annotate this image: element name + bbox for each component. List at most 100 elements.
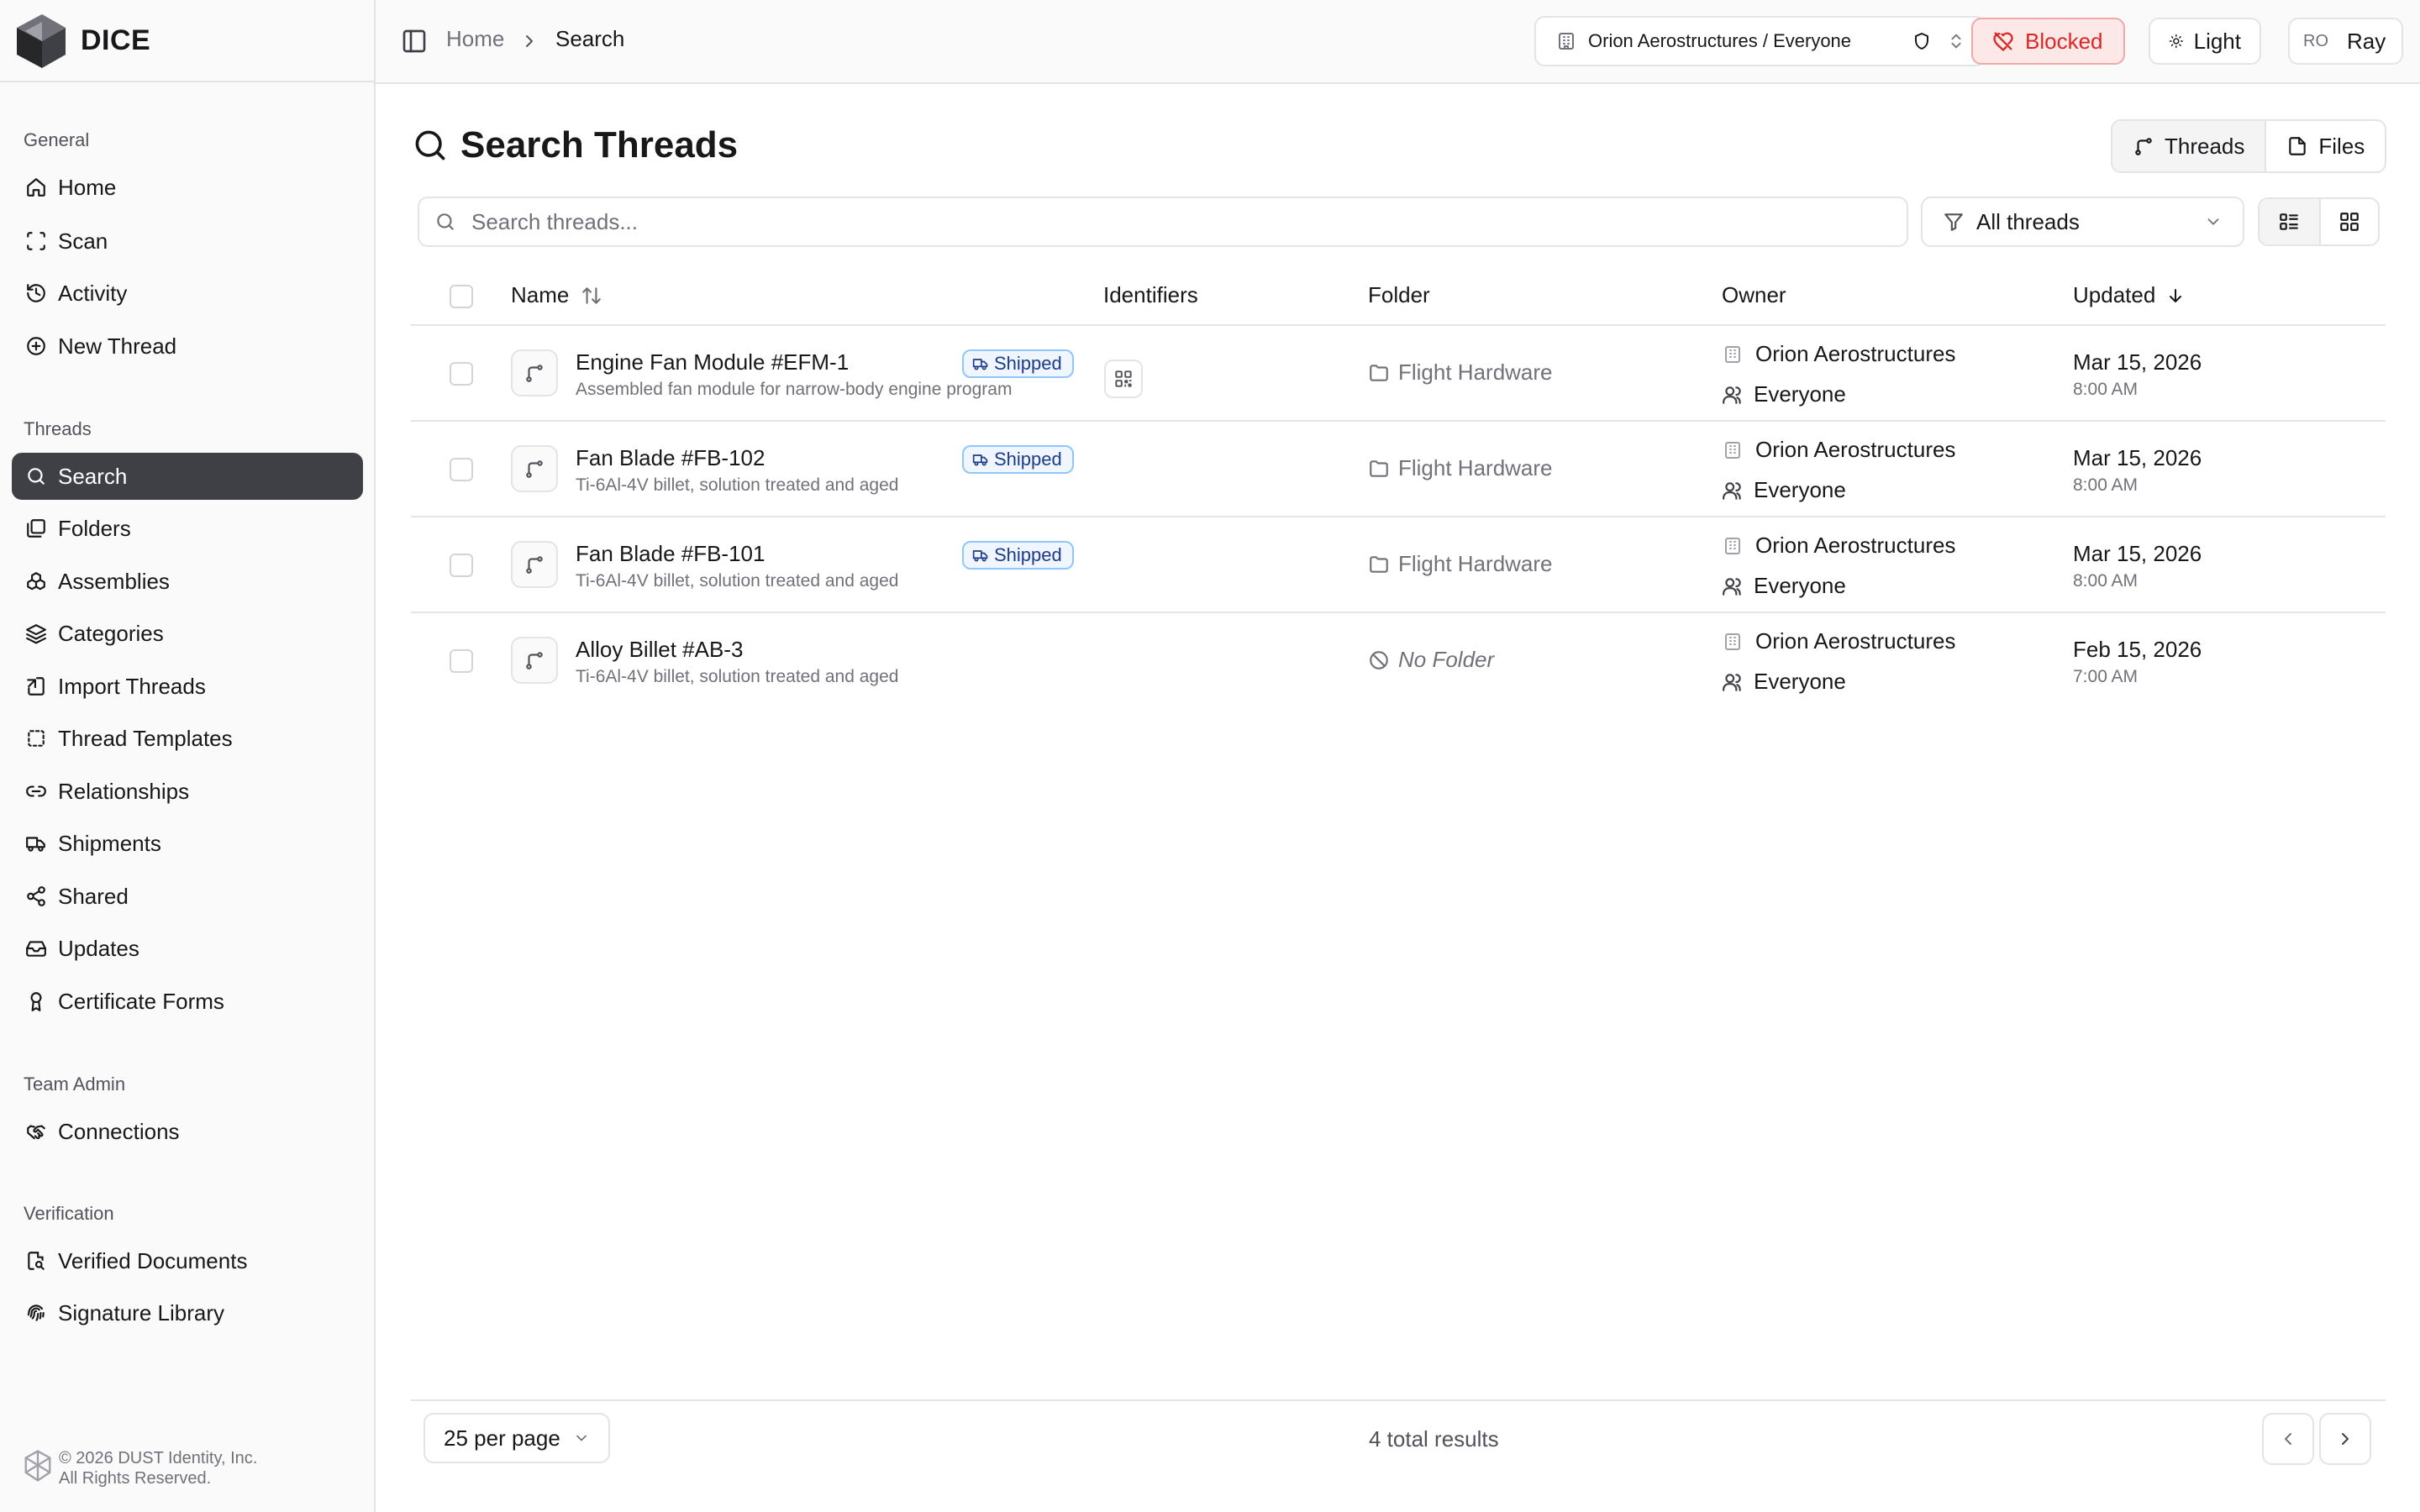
sidebar-item-verified-documents[interactable]: Verified Documents bbox=[12, 1237, 363, 1284]
folder-icon bbox=[1370, 364, 1388, 381]
search-input[interactable] bbox=[471, 208, 1816, 235]
building-icon bbox=[1725, 345, 1740, 363]
nav-group-team-admin: Team Admin bbox=[24, 1074, 126, 1095]
ban-icon bbox=[1370, 650, 1388, 669]
sidebar-item-signature-library[interactable]: Signature Library bbox=[12, 1289, 363, 1336]
table-row[interactable]: Alloy Billet #AB-3 Ti-6Al-4V billet, sol… bbox=[411, 613, 2386, 709]
users-icon bbox=[1723, 481, 1741, 500]
sidebar-item-activity[interactable]: Activity bbox=[12, 270, 363, 317]
row-checkbox[interactable] bbox=[450, 554, 473, 577]
sidebar-item-categories[interactable]: Categories bbox=[12, 610, 363, 657]
row-checkbox[interactable] bbox=[450, 362, 473, 386]
chevron-down-icon bbox=[576, 1435, 587, 1441]
org-team-select[interactable]: Orion Aerostructures / Everyone bbox=[1534, 16, 1986, 66]
row-checkbox[interactable] bbox=[450, 649, 473, 673]
thread-name[interactable]: Engine Fan Module #EFM-1 bbox=[576, 349, 849, 375]
breadcrumb-home[interactable]: Home bbox=[446, 26, 504, 52]
updated-time: 8:00 AM bbox=[2073, 475, 2139, 495]
sidebar-item-assemblies[interactable]: Assemblies bbox=[12, 558, 363, 605]
column-name[interactable]: Name bbox=[511, 282, 602, 308]
thread-search-box bbox=[418, 197, 1908, 247]
sidebar-item-new-thread[interactable]: New Thread bbox=[12, 323, 363, 370]
folder-cell[interactable]: Flight Hardware bbox=[1368, 551, 1553, 577]
user-menu-button[interactable]: RO Ray bbox=[2288, 18, 2403, 65]
boxes-icon bbox=[24, 569, 49, 594]
list-icon bbox=[2280, 213, 2299, 230]
search-icon bbox=[437, 213, 454, 230]
updated-date: Mar 15, 2026 bbox=[2073, 445, 2202, 470]
table-footer-divider bbox=[411, 1399, 2386, 1401]
owner-org: Orion Aerostructures bbox=[1722, 437, 1955, 463]
per-page-select[interactable]: 25 per page bbox=[424, 1413, 610, 1463]
nav-group-general: General bbox=[24, 129, 90, 150]
page-title: Search Threads bbox=[460, 124, 739, 165]
qr-identifier-button[interactable] bbox=[1104, 360, 1143, 398]
sidebar-item-folders[interactable]: Folders bbox=[12, 505, 363, 552]
brand[interactable]: DICE bbox=[0, 0, 374, 82]
thread-icon bbox=[511, 349, 558, 396]
owner-team: Everyone bbox=[1722, 573, 1846, 599]
status-badge: Shipped bbox=[962, 445, 1074, 474]
sidebar-item-search[interactable]: Search bbox=[12, 453, 363, 500]
truck-icon bbox=[972, 359, 988, 370]
thread-description: Ti-6Al-4V billet, solution treated and a… bbox=[576, 571, 899, 591]
status-badge: Shipped bbox=[962, 349, 1074, 378]
sidebar-item-home[interactable]: Home bbox=[12, 164, 363, 211]
table-row[interactable]: Fan Blade #FB-101 Ti-6Al-4V billet, solu… bbox=[411, 517, 2386, 613]
folder-cell[interactable]: No Folder bbox=[1368, 647, 1494, 673]
sidebar-toggle-button[interactable] bbox=[401, 28, 428, 55]
thread-name[interactable]: Fan Blade #FB-102 bbox=[576, 445, 765, 471]
sidebar-item-updates[interactable]: Updates bbox=[12, 925, 363, 972]
sidebar-item-shipments[interactable]: Shipments bbox=[12, 820, 363, 867]
next-page-button[interactable] bbox=[2319, 1413, 2371, 1465]
nav-group-verification: Verification bbox=[24, 1203, 114, 1224]
prev-page-button[interactable] bbox=[2262, 1413, 2314, 1465]
shield-icon bbox=[1915, 33, 1928, 50]
thread-icon bbox=[511, 541, 558, 588]
home-icon bbox=[24, 175, 49, 200]
updated-date: Mar 15, 2026 bbox=[2073, 541, 2202, 566]
thread-filter-select[interactable]: All threads bbox=[1921, 197, 2244, 247]
template-icon bbox=[24, 726, 49, 751]
thread-description: Ti-6Al-4V billet, solution treated and a… bbox=[576, 475, 899, 495]
truck-icon bbox=[972, 550, 988, 562]
column-identifiers: Identifiers bbox=[1103, 282, 1198, 307]
sidebar-item-connections[interactable]: Connections bbox=[12, 1108, 363, 1155]
tab-threads[interactable]: Threads bbox=[2112, 121, 2265, 171]
sidebar-item-relationships[interactable]: Relationships bbox=[12, 768, 363, 815]
truck-icon bbox=[972, 454, 988, 466]
table-row[interactable]: Engine Fan Module #EFM-1 Assembled fan m… bbox=[411, 326, 2386, 422]
truck-icon bbox=[24, 831, 49, 856]
select-all-checkbox[interactable] bbox=[450, 285, 473, 308]
link-icon bbox=[24, 779, 49, 804]
building-icon bbox=[1725, 441, 1740, 459]
table-row[interactable]: Fan Blade #FB-102 Ti-6Al-4V billet, solu… bbox=[411, 422, 2386, 517]
thread-name[interactable]: Fan Blade #FB-101 bbox=[576, 541, 765, 567]
thread-name[interactable]: Alloy Billet #AB-3 bbox=[576, 637, 743, 663]
sidebar-item-scan[interactable]: Scan bbox=[12, 218, 363, 265]
user-name: Ray bbox=[2347, 28, 2386, 54]
status-badge: Shipped bbox=[962, 541, 1074, 570]
blocked-status-button[interactable]: Blocked bbox=[1971, 18, 2125, 65]
copyright-text: © 2026 DUST Identity, Inc. bbox=[59, 1449, 258, 1467]
tab-files[interactable]: Files bbox=[2265, 121, 2385, 171]
folder-cell[interactable]: Flight Hardware bbox=[1368, 455, 1553, 481]
row-checkbox[interactable] bbox=[450, 458, 473, 481]
folder-cell[interactable]: Flight Hardware bbox=[1368, 360, 1553, 386]
chevrons-up-down-icon bbox=[1951, 34, 1961, 49]
sidebar-item-import-threads[interactable]: Import Threads bbox=[12, 663, 363, 710]
total-results: 4 total results bbox=[1369, 1426, 1499, 1452]
theme-toggle-button[interactable]: Light bbox=[2149, 18, 2261, 65]
sidebar-item-shared[interactable]: Shared bbox=[12, 873, 363, 920]
sidebar-item-thread-templates[interactable]: Thread Templates bbox=[12, 715, 363, 762]
updated-time: 8:00 AM bbox=[2073, 380, 2139, 399]
column-updated[interactable]: Updated bbox=[2073, 282, 2186, 308]
search-icon bbox=[24, 464, 49, 489]
thread-icon bbox=[511, 637, 558, 684]
grid-view-button[interactable] bbox=[2318, 199, 2379, 244]
content-type-tabs: Threads Files bbox=[2111, 119, 2387, 173]
list-view-button[interactable] bbox=[2260, 199, 2319, 244]
sidebar-item-certificate-forms[interactable]: Certificate Forms bbox=[12, 978, 363, 1025]
users-icon bbox=[1723, 577, 1741, 596]
building-icon bbox=[1559, 33, 1574, 50]
